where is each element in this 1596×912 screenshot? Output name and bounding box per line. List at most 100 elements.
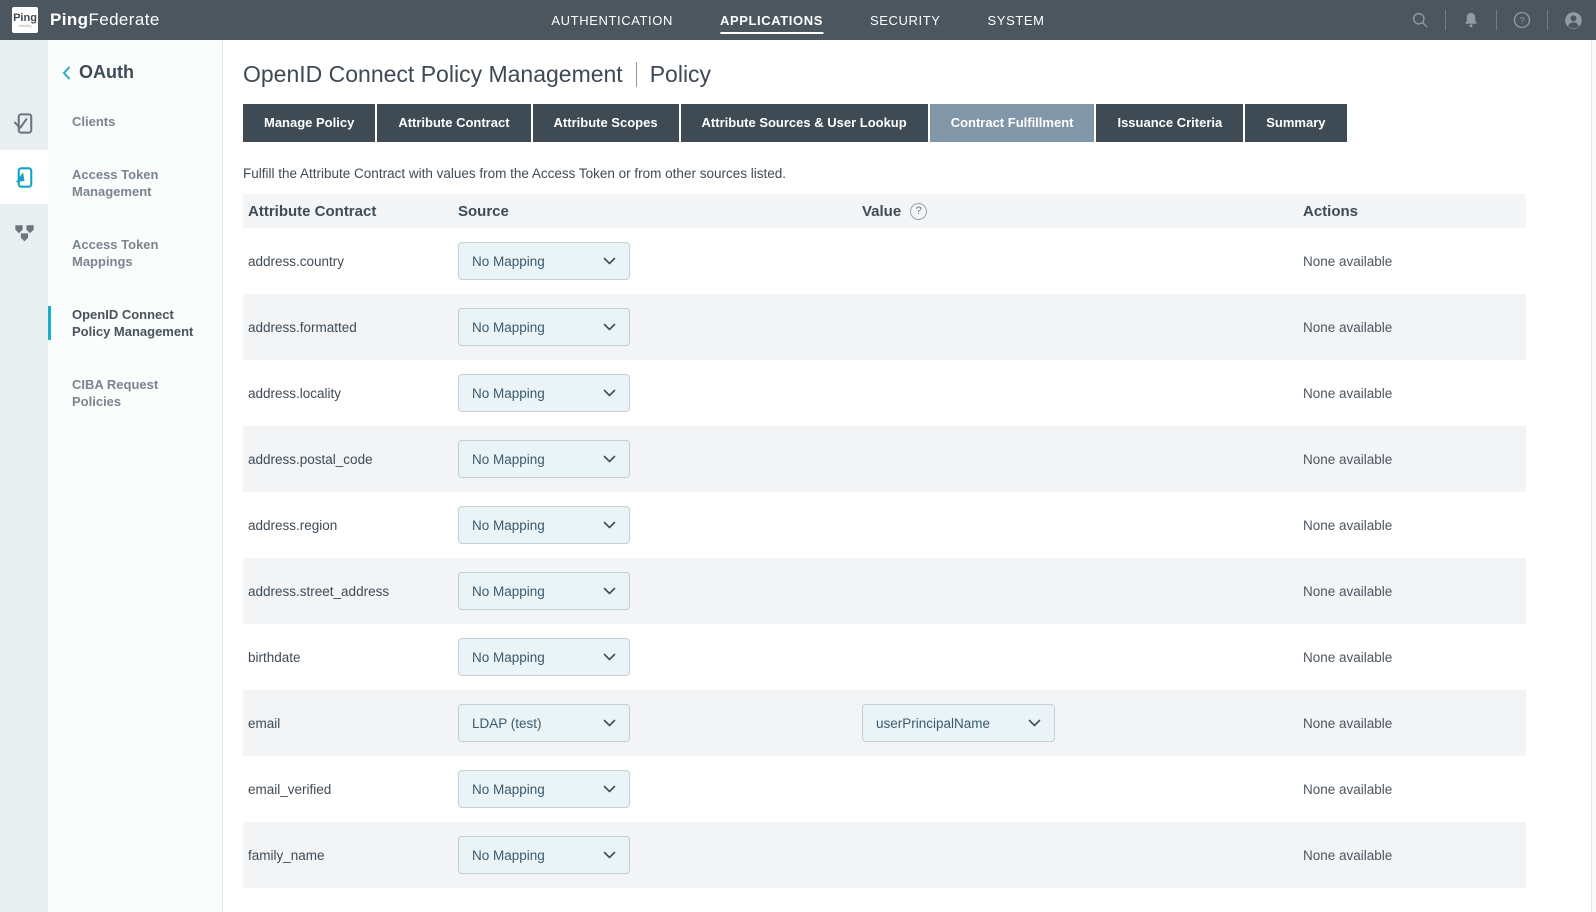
search-icon[interactable] (1409, 9, 1431, 31)
ping-logo: Ping Identity (12, 7, 38, 33)
sidebar-item-openid-connect-policy-management[interactable]: OpenID Connect Policy Management (48, 306, 222, 340)
attribute-name: email_verified (243, 782, 458, 797)
source-dropdown[interactable]: No Mapping (458, 572, 630, 610)
attribute-name: address.country (243, 254, 458, 269)
source-dropdown[interactable]: No Mapping (458, 440, 630, 478)
actions-cell: None available (1303, 518, 1526, 533)
chevron-down-icon (603, 719, 616, 727)
icon-rail (0, 40, 48, 912)
sidebar-item-ciba-request-policies[interactable]: CIBA Request Policies (48, 376, 222, 410)
dropdown-value: No Mapping (472, 254, 545, 269)
icon-divider (1496, 10, 1497, 30)
page-title: OpenID Connect Policy Management (243, 61, 623, 88)
brand-title: PingFederate (50, 10, 160, 30)
nav-system[interactable]: SYSTEM (988, 0, 1045, 40)
brand-rest: Federate (88, 10, 159, 29)
tab-summary[interactable]: Summary (1245, 104, 1346, 142)
table-row: address.locality No Mapping None availab… (243, 360, 1526, 426)
source-dropdown[interactable]: No Mapping (458, 374, 630, 412)
dropdown-value: No Mapping (472, 452, 545, 467)
attribute-name: birthdate (243, 650, 458, 665)
table-row: birthdate No Mapping None available (243, 624, 1526, 690)
table-row: address.formatted No Mapping None availa… (243, 294, 1526, 360)
notifications-bell-icon[interactable] (1460, 9, 1482, 31)
header-source: Source (458, 203, 862, 220)
attribute-name: address.locality (243, 386, 458, 401)
help-icon[interactable]: ? (1511, 9, 1533, 31)
dropdown-value: No Mapping (472, 650, 545, 665)
source-dropdown[interactable]: LDAP (test) (458, 704, 630, 742)
sidebar-back-oauth[interactable]: OAuth (48, 62, 222, 83)
policy-tabs: Manage Policy Attribute Contract Attribu… (243, 104, 1591, 142)
icon-divider (1445, 10, 1446, 30)
tab-attribute-scopes[interactable]: Attribute Scopes (533, 104, 679, 142)
table-row: email LDAP (test) userPrincipalName None… (243, 690, 1526, 756)
vertical-scrollbar[interactable] (1591, 40, 1596, 912)
source-dropdown[interactable]: No Mapping (458, 506, 630, 544)
header-value-label: Value (862, 203, 901, 220)
attribute-name: address.formatted (243, 320, 458, 335)
value-help-icon[interactable]: ? (910, 203, 927, 220)
table-row: address.street_address No Mapping None a… (243, 558, 1526, 624)
dropdown-value: No Mapping (472, 848, 545, 863)
dropdown-value: userPrincipalName (876, 716, 990, 731)
table-header-row: Attribute Contract Source Value ? Action… (243, 194, 1526, 228)
attribute-name: address.street_address (243, 584, 458, 599)
chevron-down-icon (603, 323, 616, 331)
source-dropdown[interactable]: No Mapping (458, 638, 630, 676)
page-subtitle: Policy (650, 61, 711, 88)
sidebar-item-clients[interactable]: Clients (48, 113, 222, 130)
dropdown-value: No Mapping (472, 320, 545, 335)
table-row: address.country No Mapping None availabl… (243, 228, 1526, 294)
tab-issuance-criteria[interactable]: Issuance Criteria (1096, 104, 1243, 142)
source-dropdown[interactable]: No Mapping (458, 770, 630, 808)
source-dropdown[interactable]: No Mapping (458, 308, 630, 346)
tab-attribute-sources-user-lookup[interactable]: Attribute Sources & User Lookup (681, 104, 928, 142)
rail-spacer (0, 40, 48, 96)
value-dropdown[interactable]: userPrincipalName (862, 704, 1055, 742)
topbar: Ping Identity PingFederate AUTHENTICATIO… (0, 0, 1596, 40)
table-row: family_name No Mapping None available (243, 822, 1526, 888)
attribute-name: address.region (243, 518, 458, 533)
chevron-down-icon (603, 851, 616, 859)
tab-manage-policy[interactable]: Manage Policy (243, 104, 375, 142)
actions-cell: None available (1303, 650, 1526, 665)
nav-security[interactable]: SECURITY (870, 0, 941, 40)
nav-authentication[interactable]: AUTHENTICATION (551, 0, 673, 40)
dropdown-value: No Mapping (472, 782, 545, 797)
source-dropdown[interactable]: No Mapping (458, 242, 630, 280)
sidebar-item-access-token-management[interactable]: Access Token Management (48, 166, 222, 200)
dropdown-value: LDAP (test) (472, 716, 542, 731)
federation-hub-icon[interactable] (0, 204, 48, 258)
actions-cell: None available (1303, 848, 1526, 863)
header-actions: Actions (1303, 203, 1526, 220)
ping-logo-tagline: Identity (19, 24, 32, 28)
chevron-down-icon (603, 257, 616, 265)
authorization-clients-icon[interactable] (0, 96, 48, 150)
svg-text:?: ? (1519, 15, 1524, 25)
account-avatar-icon[interactable] (1562, 9, 1584, 31)
sidebar-item-access-token-mappings[interactable]: Access Token Mappings (48, 236, 222, 270)
page-description: Fulfill the Attribute Contract with valu… (243, 166, 1591, 181)
sidebar: OAuth Clients Access Token Management Ac… (48, 40, 223, 912)
header-attribute-contract: Attribute Contract (243, 203, 458, 220)
source-dropdown[interactable]: No Mapping (458, 836, 630, 874)
oauth-access-token-icon[interactable] (0, 150, 48, 204)
chevron-left-icon (61, 65, 72, 81)
nav-applications[interactable]: APPLICATIONS (720, 0, 823, 40)
table-body: address.country No Mapping None availabl… (243, 228, 1526, 888)
topbar-icons: ? (1409, 9, 1596, 31)
sidebar-section-title: OAuth (79, 62, 134, 83)
brand-bold: Ping (50, 10, 88, 29)
dropdown-value: No Mapping (472, 518, 545, 533)
tab-attribute-contract[interactable]: Attribute Contract (377, 104, 530, 142)
header-value: Value ? (862, 203, 1303, 220)
tab-contract-fulfillment[interactable]: Contract Fulfillment (930, 104, 1095, 142)
top-navigation: AUTHENTICATION APPLICATIONS SECURITY SYS… (551, 0, 1044, 40)
chevron-down-icon (603, 653, 616, 661)
chevron-down-icon (603, 587, 616, 595)
table-row: email_verified No Mapping None available (243, 756, 1526, 822)
actions-cell: None available (1303, 782, 1526, 797)
main-content: OpenID Connect Policy Management Policy … (224, 40, 1591, 912)
chevron-down-icon (603, 785, 616, 793)
